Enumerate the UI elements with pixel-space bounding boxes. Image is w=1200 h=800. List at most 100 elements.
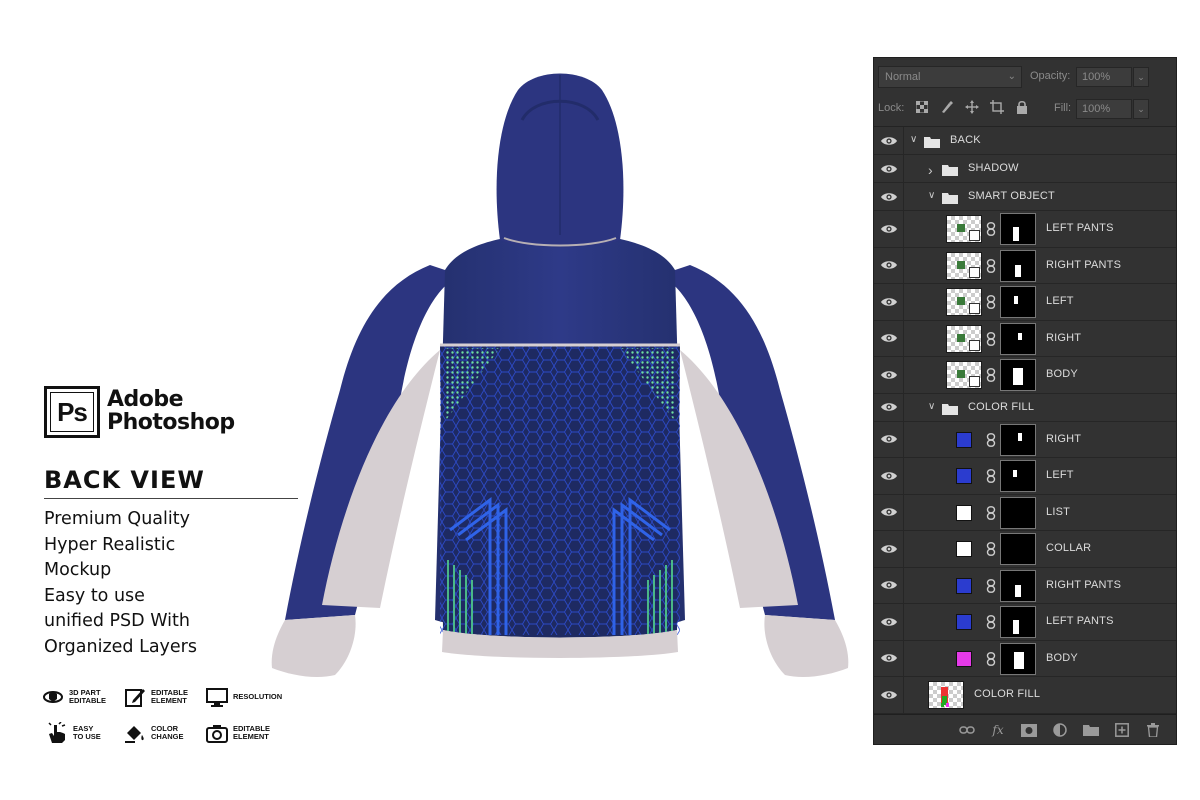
badge-line: TO USE [73, 732, 101, 741]
layer-name: SMART OBJECT [968, 190, 1055, 202]
feature-item: Hyper Realistic [44, 534, 176, 555]
layer-name: COLOR FILL [968, 400, 1035, 413]
color-fill-swatch[interactable] [956, 431, 972, 448]
fill-dropdown-icon[interactable]: ⌄ [1133, 99, 1149, 119]
add-mask-icon[interactable] [1020, 722, 1038, 738]
mask-link-chain-icon[interactable] [986, 432, 996, 447]
layer-row[interactable]: RIGHT [874, 421, 1176, 458]
layer-mask-thumbnail[interactable] [1000, 606, 1036, 639]
layer-row[interactable]: LEFT PANTS [874, 604, 1176, 641]
layer-visibility-eye-icon[interactable] [874, 567, 904, 603]
layer-mask-thumbnail[interactable] [1000, 642, 1036, 675]
layer-visibility-eye-icon[interactable] [874, 458, 904, 494]
chevron-down-icon[interactable]: ∨ [928, 190, 935, 201]
opacity-dropdown-icon[interactable]: ⌄ [1133, 67, 1149, 87]
layer-visibility-eye-icon[interactable] [874, 211, 904, 247]
delete-layer-trash-icon[interactable] [1144, 722, 1162, 738]
color-fill-swatch[interactable] [956, 504, 972, 521]
layer-row[interactable]: COLOR FILL [874, 677, 1176, 714]
mask-link-chain-icon[interactable] [986, 295, 996, 310]
layer-row[interactable]: BODY [874, 357, 1176, 394]
smart-object-badge-icon [969, 376, 980, 388]
lock-all-icon[interactable] [1014, 99, 1030, 115]
mask-link-chain-icon[interactable] [986, 222, 996, 237]
layer-row[interactable]: LIST [874, 494, 1176, 531]
mask-link-chain-icon[interactable] [986, 578, 996, 593]
layer-visibility-eye-icon[interactable] [874, 247, 904, 283]
badge-line: EDITABLE [69, 696, 106, 705]
layer-visibility-eye-icon[interactable] [874, 421, 904, 457]
mask-link-chain-icon[interactable] [986, 615, 996, 630]
layer-row[interactable]: RIGHT [874, 320, 1176, 357]
mask-link-chain-icon[interactable] [986, 505, 996, 520]
layer-row[interactable]: RIGHT PANTS [874, 567, 1176, 604]
layer-visibility-eye-icon[interactable] [874, 604, 904, 640]
layer-mask-thumbnail[interactable] [1000, 322, 1036, 355]
color-fill-swatch[interactable] [956, 541, 972, 558]
layer-style-fx-icon[interactable]: fx [989, 722, 1007, 738]
mask-link-chain-icon[interactable] [986, 331, 996, 346]
new-group-folder-icon[interactable] [1082, 722, 1100, 738]
badge-easy-to-use: EASY TO USE [46, 722, 101, 744]
layer-row[interactable]: ∨ BACK [874, 127, 1176, 155]
mask-link-chain-icon[interactable] [986, 469, 996, 484]
layer-mask-thumbnail[interactable] [1000, 423, 1036, 456]
layer-mask-thumbnail[interactable] [1000, 249, 1036, 282]
layer-visibility-eye-icon[interactable] [874, 677, 904, 713]
layer-row[interactable]: ∨ SMART OBJECT [874, 183, 1176, 211]
layer-visibility-eye-icon[interactable] [874, 284, 904, 320]
smart-object-thumbnail [946, 251, 982, 280]
layer-mask-thumbnail[interactable] [1000, 286, 1036, 319]
chevron-down-icon[interactable]: ∨ [928, 401, 935, 412]
color-fill-swatch[interactable] [956, 614, 972, 631]
blend-mode-select[interactable]: Normal ⌄ [878, 66, 1022, 88]
new-layer-icon[interactable] [1113, 722, 1131, 738]
layer-mask-thumbnail[interactable] [1000, 496, 1036, 529]
color-fill-swatch[interactable] [956, 577, 972, 594]
color-fill-swatch[interactable] [956, 650, 972, 667]
layer-row[interactable]: COLLAR [874, 531, 1176, 568]
smart-object-thumbnail [946, 361, 982, 390]
layer-visibility-eye-icon[interactable] [874, 127, 904, 154]
layer-mask-thumbnail[interactable] [1000, 460, 1036, 493]
mask-link-chain-icon[interactable] [986, 651, 996, 666]
layer-visibility-eye-icon[interactable] [874, 531, 904, 567]
chevron-down-icon[interactable]: ∨ [910, 134, 917, 145]
layer-visibility-eye-icon[interactable] [874, 357, 904, 393]
layer-visibility-eye-icon[interactable] [874, 494, 904, 530]
lock-transparent-pixels-icon[interactable] [914, 99, 930, 115]
link-layers-icon[interactable] [958, 722, 976, 738]
opacity-input[interactable]: 100% ⌄ [1076, 67, 1149, 87]
layer-visibility-eye-icon[interactable] [874, 320, 904, 356]
lock-artboard-icon[interactable] [989, 99, 1005, 115]
layer-mask-thumbnail[interactable] [1000, 533, 1036, 566]
layer-visibility-eye-icon[interactable] [874, 393, 904, 421]
layer-row[interactable]: BODY [874, 640, 1176, 677]
layer-thumbnail [928, 681, 964, 710]
fill-input[interactable]: 100% ⌄ [1076, 99, 1149, 119]
mask-shape [1013, 470, 1017, 478]
chevron-right-icon[interactable]: › [928, 162, 933, 178]
adjustment-layer-icon[interactable] [1051, 722, 1069, 738]
layer-mask-thumbnail[interactable] [1000, 213, 1036, 246]
mask-link-chain-icon[interactable] [986, 542, 996, 557]
mask-link-chain-icon[interactable] [986, 368, 996, 383]
layer-row[interactable]: LEFT [874, 458, 1176, 495]
lock-position-icon[interactable] [964, 99, 980, 115]
layer-row[interactable]: ∨ COLOR FILL [874, 393, 1176, 422]
layer-visibility-eye-icon[interactable] [874, 155, 904, 182]
color-fill-swatch[interactable] [956, 468, 972, 485]
layer-row[interactable]: › SHADOW [874, 155, 1176, 183]
hoodie-back-mockup [271, 73, 849, 678]
layer-row[interactable]: LEFT [874, 284, 1176, 321]
layer-visibility-eye-icon[interactable] [874, 183, 904, 210]
layer-mask-thumbnail[interactable] [1000, 359, 1036, 392]
lock-image-pixels-icon[interactable] [939, 99, 955, 115]
opacity-value: 100% [1082, 71, 1111, 83]
layer-row[interactable]: LEFT PANTS [874, 211, 1176, 248]
layer-visibility-eye-icon[interactable] [874, 640, 904, 676]
layer-mask-thumbnail[interactable] [1000, 569, 1036, 602]
feature-item: Premium Quality [44, 509, 190, 529]
mask-link-chain-icon[interactable] [986, 258, 996, 273]
layer-row[interactable]: RIGHT PANTS [874, 247, 1176, 284]
